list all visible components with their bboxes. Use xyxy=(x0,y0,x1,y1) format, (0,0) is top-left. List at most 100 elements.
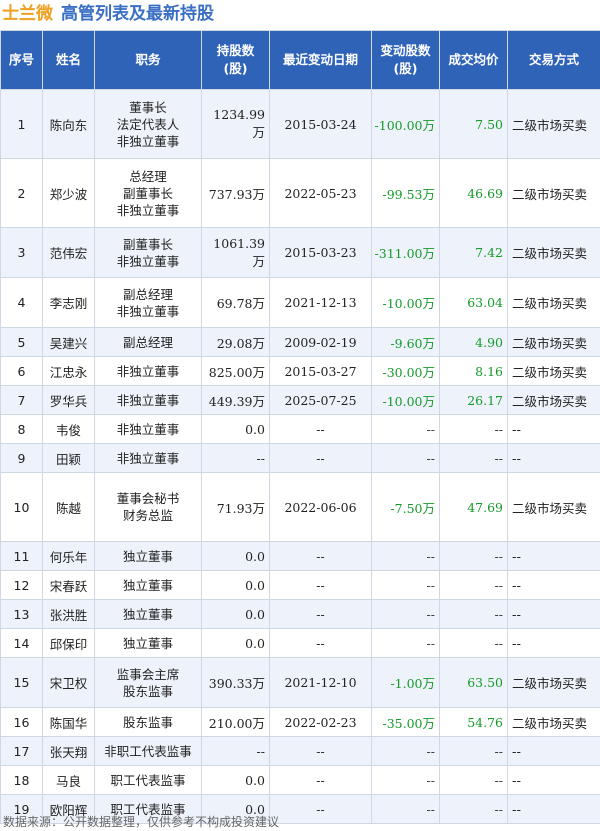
cell-position: 职工代表监事 xyxy=(94,765,202,795)
cell-index: 7 xyxy=(0,385,43,415)
cell-position: 独立董事 xyxy=(94,628,202,658)
table-row: 4 李志刚 副总经理 非独立董事 69.78万 2021-12-13 -10.00万 63.0… xyxy=(0,277,600,328)
company-name: 士兰微 xyxy=(2,4,53,24)
cell-date: -- xyxy=(269,628,372,658)
cell-change: -- xyxy=(371,541,440,571)
cell-price: -- xyxy=(439,443,508,473)
cell-change: -- xyxy=(371,570,440,600)
position-line: 董事长 xyxy=(129,99,167,115)
cell-price: 54.76 xyxy=(439,707,508,737)
cell-holding: 825.00万 xyxy=(201,356,270,386)
header-col-method: 交易方式 xyxy=(507,30,600,90)
cell-index: 2 xyxy=(0,158,43,228)
cell-holding: 1061.39万 xyxy=(201,227,270,278)
cell-name: 江忠永 xyxy=(42,356,95,386)
cell-holding: 449.39万 xyxy=(201,385,270,415)
position-line: 独立董事 xyxy=(122,635,173,651)
cell-method: -- xyxy=(507,541,600,571)
cell-method: 二级市场买卖 xyxy=(507,89,600,159)
position-line: 非职工代表监事 xyxy=(104,743,192,759)
position-line: 非独立董事 xyxy=(116,253,180,269)
cell-index: 1 xyxy=(0,89,43,159)
cell-holding: 29.08万 xyxy=(201,327,270,357)
cell-name: 陈国华 xyxy=(42,707,95,737)
cell-position: 非独立董事 xyxy=(94,356,202,386)
position-line: 副董事长 xyxy=(122,185,173,201)
cell-position: 副董事长 非独立董事 xyxy=(94,227,202,278)
cell-method: -- xyxy=(507,443,600,473)
cell-date: 2022-05-23 xyxy=(269,158,372,228)
cell-index: 5 xyxy=(0,327,43,357)
cell-change: -10.00万 xyxy=(371,277,440,328)
cell-change: -- xyxy=(371,599,440,629)
page-title: 士兰微 高管列表及最新持股 xyxy=(2,3,214,25)
cell-holding: 0.0 xyxy=(201,541,270,571)
cell-price: -- xyxy=(439,794,508,824)
cell-price: 4.90 xyxy=(439,327,508,357)
cell-position: 副总经理 xyxy=(94,327,202,357)
cell-date: 2021-12-13 xyxy=(269,277,372,328)
cell-change: -- xyxy=(371,765,440,795)
table-row: 13 张洪胜 独立董事 0.0 -- -- -- -- xyxy=(0,599,600,629)
table-row: 10 陈越 董事会秘书 财务总监 71.93万 2022-06-06 -7.50万 47.69… xyxy=(0,472,600,542)
cell-name: 邱保印 xyxy=(42,628,95,658)
cell-name: 李志刚 xyxy=(42,277,95,328)
cell-date: -- xyxy=(269,736,372,766)
cell-change: -100.00万 xyxy=(371,89,440,159)
cell-date: 2015-03-27 xyxy=(269,356,372,386)
cell-date: -- xyxy=(269,570,372,600)
cell-change: -- xyxy=(371,736,440,766)
cell-change: -- xyxy=(371,414,440,444)
position-line: 法定代表人 xyxy=(116,116,180,132)
cell-index: 10 xyxy=(0,472,43,542)
table-row: 8 韦俊 非独立董事 0.0 -- -- -- -- xyxy=(0,414,600,444)
cell-method: 二级市场买卖 xyxy=(507,472,600,542)
cell-method: -- xyxy=(507,765,600,795)
cell-change: -30.00万 xyxy=(371,356,440,386)
cell-method: -- xyxy=(507,794,600,824)
position-line: 非独立董事 xyxy=(116,421,180,437)
cell-holding: 0.0 xyxy=(201,628,270,658)
cell-holding: -- xyxy=(201,443,270,473)
cell-price: 47.69 xyxy=(439,472,508,542)
cell-price: 63.50 xyxy=(439,657,508,708)
position-line: 职工代表监事 xyxy=(110,772,186,788)
table-row: 5 吴建兴 副总经理 29.08万 2009-02-19 -9.60万 4.90 二级市场买卖 xyxy=(0,327,600,357)
cell-date: 2025-07-25 xyxy=(269,385,372,415)
table-row: 6 江忠永 非独立董事 825.00万 2015-03-27 -30.00万 8.16 二级市… xyxy=(0,356,600,386)
table-header-row: 序号 姓名 职务 持股数 (股) 最近变动日期 变动股数 (股) 成交均价 交易方式 xyxy=(0,30,600,90)
cell-method: -- xyxy=(507,414,600,444)
table-row: 12 宋春跃 独立董事 0.0 -- -- -- -- xyxy=(0,570,600,600)
cell-index: 17 xyxy=(0,736,43,766)
position-line: 非独立董事 xyxy=(116,202,180,218)
header-col-index: 序号 xyxy=(0,30,43,90)
cell-position: 总经理 副董事长 非独立董事 xyxy=(94,158,202,228)
cell-change: -7.50万 xyxy=(371,472,440,542)
cell-method: 二级市场买卖 xyxy=(507,385,600,415)
header-col-price: 成交均价 xyxy=(439,30,508,90)
cell-price: -- xyxy=(439,628,508,658)
cell-index: 3 xyxy=(0,227,43,278)
cell-change: -1.00万 xyxy=(371,657,440,708)
cell-position: 非独立董事 xyxy=(94,414,202,444)
cell-change: -35.00万 xyxy=(371,707,440,737)
cell-position: 非独立董事 xyxy=(94,443,202,473)
cell-method: 二级市场买卖 xyxy=(507,158,600,228)
cell-change: -- xyxy=(371,628,440,658)
cell-index: 12 xyxy=(0,570,43,600)
cell-method: -- xyxy=(507,570,600,600)
cell-name: 郑少波 xyxy=(42,158,95,228)
cell-holding: 210.00万 xyxy=(201,707,270,737)
cell-price: 26.17 xyxy=(439,385,508,415)
cell-change: -99.53万 xyxy=(371,158,440,228)
cell-date: 2015-03-23 xyxy=(269,227,372,278)
cell-change: -10.00万 xyxy=(371,385,440,415)
cell-price: -- xyxy=(439,765,508,795)
cell-index: 4 xyxy=(0,277,43,328)
table-body: 1 陈向东 董事长 法定代表人 非独立董事 1234.99万 2015-03-24 -100.… xyxy=(0,89,600,824)
cell-date: 2022-06-06 xyxy=(269,472,372,542)
cell-name: 罗华兵 xyxy=(42,385,95,415)
cell-index: 15 xyxy=(0,657,43,708)
cell-index: 9 xyxy=(0,443,43,473)
cell-name: 陈越 xyxy=(42,472,95,542)
